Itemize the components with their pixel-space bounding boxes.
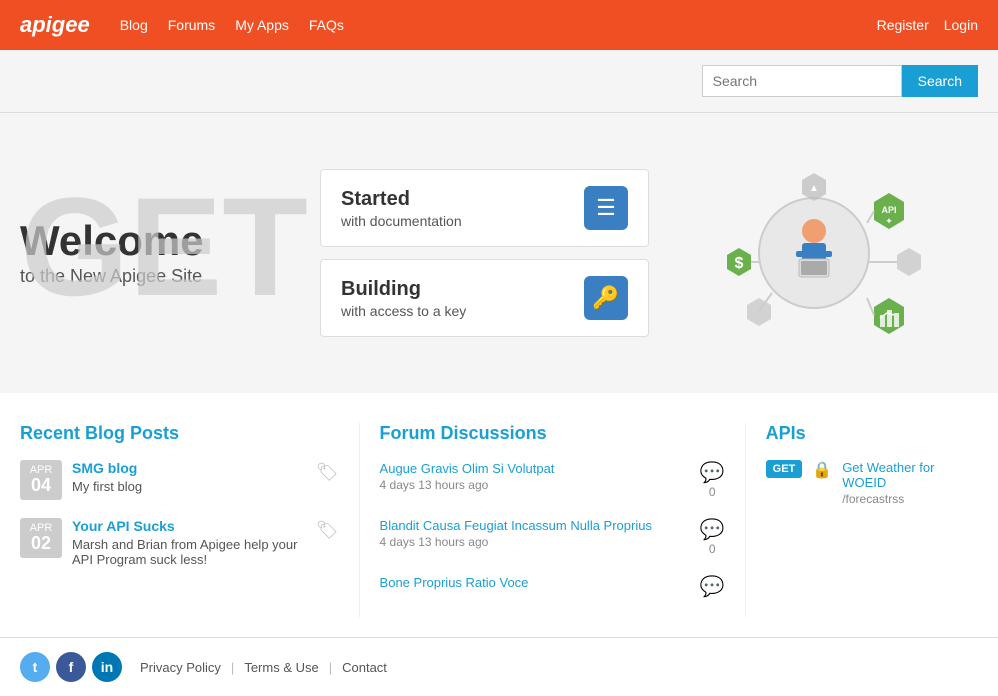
blog-item: Apr 04 SMG blog My first blog 🏷: [20, 460, 339, 500]
search-bar: Search: [0, 50, 998, 113]
header-right: Register Login: [877, 17, 978, 33]
svg-text:▲: ▲: [809, 183, 819, 194]
footer-separator: |: [231, 660, 234, 675]
comment-icon: 💬: [700, 517, 725, 542]
blog-content-1: Your API Sucks Marsh and Brian from Apig…: [72, 518, 306, 567]
forum-replies-0: 💬 0: [700, 460, 725, 499]
search-button[interactable]: Search: [902, 65, 978, 97]
card-key[interactable]: Building with access to a key 🔑: [320, 259, 649, 337]
svg-text:$: $: [734, 255, 743, 272]
lock-icon: 🔒: [812, 460, 832, 480]
footer-link-1[interactable]: Terms & Use: [244, 660, 318, 675]
card-icon-doc: ☰: [584, 186, 628, 230]
api-item: GET 🔒 Get Weather for WOEID /forecastrss: [766, 460, 978, 506]
forum-title-1[interactable]: Blandit Causa Feugiat Incassum Nulla Pro…: [380, 518, 652, 533]
header: apigee Blog Forums My Apps FAQs Register Log…: [0, 0, 998, 50]
card-text-doc: Started with documentation: [341, 188, 462, 229]
forum-replies-1: 💬 0: [700, 517, 725, 556]
forum-item: Augue Gravis Olim Si Volutpat 4 days 13 …: [380, 460, 725, 499]
forum-title-0[interactable]: Augue Gravis Olim Si Volutpat: [380, 461, 555, 476]
nav: Blog Forums My Apps FAQs: [120, 17, 344, 33]
blog-item: Apr 02 Your API Sucks Marsh and Brian fr…: [20, 518, 339, 567]
illustration: ▲ API ✦ $: [649, 143, 978, 363]
forum-item: Bone Proprius Ratio Voce 💬: [380, 574, 725, 599]
svg-text:✦: ✦: [885, 216, 893, 226]
api-method-badge: GET: [766, 460, 803, 478]
forum-replies-2: 💬: [700, 574, 725, 599]
card-icon-key: 🔑: [584, 276, 628, 320]
blog-desc-1: Marsh and Brian from Apigee help your AP…: [72, 537, 306, 567]
blog-title-1[interactable]: Your API Sucks: [72, 518, 175, 534]
forum-section: Forum Discussions Augue Gravis Olim Si V…: [359, 423, 725, 617]
api-info-0: Get Weather for WOEID /forecastrss: [842, 460, 978, 506]
blog-date-1: Apr 02: [20, 518, 62, 558]
api-path-0: /forecastrss: [842, 492, 978, 506]
footer-link-2[interactable]: Contact: [342, 660, 387, 675]
blog-day-1: 02: [20, 534, 62, 554]
tag-icon: 🏷: [316, 462, 339, 483]
blog-content-0: SMG blog My first blog: [72, 460, 306, 494]
comment-icon: 💬: [700, 574, 725, 599]
forum-title-2[interactable]: Bone Proprius Ratio Voce: [380, 575, 529, 590]
logo[interactable]: apigee: [20, 12, 90, 38]
footer: tfin Privacy Policy | Terms & Use | Contact: [0, 637, 998, 696]
card-sub-1: with access to a key: [341, 303, 466, 319]
forum-text-2: Bone Proprius Ratio Voce: [380, 574, 692, 592]
reply-count-0: 0: [709, 485, 716, 499]
tag-icon: 🏷: [316, 520, 339, 541]
card-heading-1: Building: [341, 278, 466, 301]
card-sub-0: with documentation: [341, 213, 462, 229]
forum-text-0: Augue Gravis Olim Si Volutpat 4 days 13 …: [380, 460, 692, 492]
blog-day-0: 04: [20, 476, 62, 496]
blog-items: Apr 04 SMG blog My first blog 🏷 Apr 02 Y…: [20, 460, 339, 567]
footer-separator: |: [329, 660, 332, 675]
card-heading-0: Started: [341, 188, 462, 211]
search-input[interactable]: [702, 65, 902, 97]
linkedin-icon[interactable]: in: [92, 652, 122, 682]
api-items: GET 🔒 Get Weather for WOEID /forecastrss: [766, 460, 978, 506]
blog-title-0[interactable]: SMG blog: [72, 460, 137, 476]
auth-register[interactable]: Register: [877, 17, 929, 33]
nav-item-nav-blog[interactable]: Blog: [120, 17, 148, 33]
blog-month-1: Apr: [20, 522, 62, 534]
hero-section: Welcome to the New Apigee Site GET Start…: [0, 113, 998, 393]
blog-date-0: Apr 04: [20, 460, 62, 500]
card-doc[interactable]: Started with documentation ☰: [320, 169, 649, 247]
apis-section: APIs GET 🔒 Get Weather for WOEID /foreca…: [745, 423, 978, 617]
footer-links: Privacy Policy | Terms & Use | Contact: [140, 660, 387, 675]
auth-login[interactable]: Login: [944, 17, 978, 33]
comment-icon: 💬: [700, 460, 725, 485]
svg-text:API: API: [881, 205, 896, 215]
nav-item-nav-faqs[interactable]: FAQs: [309, 17, 344, 33]
card-text-key: Building with access to a key: [341, 278, 466, 319]
content: Recent Blog Posts Apr 04 SMG blog My fir…: [0, 393, 998, 637]
footer-link-0[interactable]: Privacy Policy: [140, 660, 221, 675]
welcome-box: Welcome to the New Apigee Site GET: [20, 220, 300, 287]
reply-count-1: 0: [709, 542, 716, 556]
blog-section: Recent Blog Posts Apr 04 SMG blog My fir…: [20, 423, 339, 617]
facebook-icon[interactable]: f: [56, 652, 86, 682]
forum-heading: Forum Discussions: [380, 423, 725, 444]
cards-area: Started with documentation ☰ Building wi…: [320, 169, 649, 337]
forum-item: Blandit Causa Feugiat Incassum Nulla Pro…: [380, 517, 725, 556]
blog-desc-0: My first blog: [72, 479, 306, 494]
forum-time-0: 4 days 13 hours ago: [380, 478, 692, 492]
get-text: GET: [20, 177, 308, 317]
forum-text-1: Blandit Causa Feugiat Incassum Nulla Pro…: [380, 517, 692, 549]
social-icons: tfin: [20, 652, 122, 682]
api-name-0[interactable]: Get Weather for WOEID: [842, 460, 978, 490]
nav-item-nav-forums[interactable]: Forums: [168, 17, 215, 33]
apis-heading: APIs: [766, 423, 978, 444]
forum-time-1: 4 days 13 hours ago: [380, 535, 692, 549]
forum-items: Augue Gravis Olim Si Volutpat 4 days 13 …: [380, 460, 725, 599]
twitter-icon[interactable]: t: [20, 652, 50, 682]
nav-item-nav-myapps[interactable]: My Apps: [235, 17, 289, 33]
blog-heading: Recent Blog Posts: [20, 423, 339, 444]
